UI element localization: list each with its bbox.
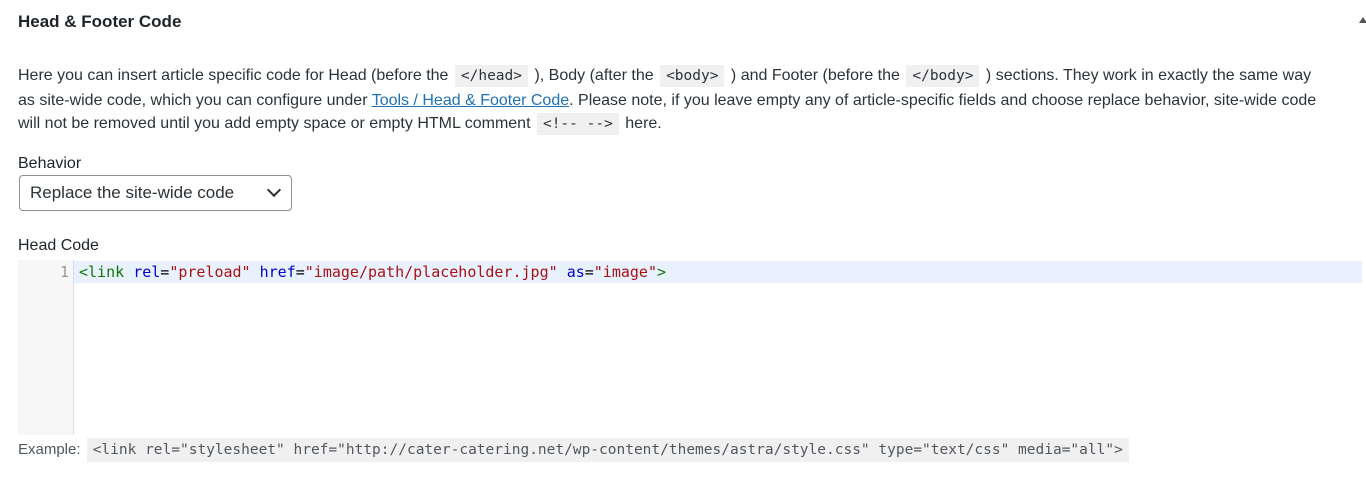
token: = bbox=[160, 263, 170, 281]
token: > bbox=[657, 263, 667, 281]
desc-text: as site-wide code, which you can configu… bbox=[18, 91, 368, 109]
token: href bbox=[259, 263, 296, 281]
desc-text: Here you can insert article specific cod… bbox=[18, 67, 449, 84]
description: Here you can insert article specific cod… bbox=[18, 64, 1316, 137]
head-code-label: Head Code bbox=[18, 237, 99, 254]
token: "preload" bbox=[169, 263, 251, 281]
line-number: 1 bbox=[59, 263, 69, 281]
token: rel bbox=[133, 263, 161, 281]
behavior-label: Behavior bbox=[18, 155, 82, 172]
token: = bbox=[584, 263, 594, 281]
code-head: </head> bbox=[454, 65, 528, 87]
tools-head-footer-link[interactable]: Tools / Head & Footer Code bbox=[372, 92, 569, 109]
chevron-down-icon bbox=[266, 182, 282, 198]
example: Example: <link rel="stylesheet" href="ht… bbox=[18, 438, 1131, 462]
desc-text: ), Body (after the bbox=[534, 67, 654, 84]
example-code: <link rel="stylesheet" href="http://cate… bbox=[86, 438, 1129, 462]
example-label: Example: bbox=[18, 441, 81, 458]
token: "image/path/placeholder.jpg" bbox=[304, 263, 558, 281]
desc-text: . Please note, if you leave empty any of… bbox=[569, 91, 1317, 109]
section-title: Head & Footer Code bbox=[18, 12, 182, 31]
collapse-toggle-icon[interactable] bbox=[1359, 17, 1366, 23]
token: <link bbox=[79, 263, 125, 281]
desc-text: ) sections. They work in exactly the sam… bbox=[985, 67, 1312, 84]
code-body: <body> bbox=[660, 65, 725, 87]
code-body-close: </body> bbox=[906, 65, 980, 87]
token: "image" bbox=[593, 263, 657, 281]
desc-text: ) and Footer (before the bbox=[730, 67, 900, 84]
head-code-editor[interactable]: 1 <link rel="preload" href="image/path/p… bbox=[18, 260, 1362, 435]
code-comment: <!-- --> bbox=[536, 113, 619, 135]
behavior-select[interactable]: Replace the site-wide code bbox=[19, 175, 292, 211]
desc-text: will not be removed until you add empty … bbox=[18, 115, 531, 132]
token: as bbox=[566, 263, 585, 281]
behavior-selected-value: Replace the site-wide code bbox=[30, 183, 235, 202]
desc-text: here. bbox=[625, 115, 662, 132]
code-line[interactable]: <link rel="preload" href="image/path/pla… bbox=[79, 263, 666, 281]
token: = bbox=[295, 263, 305, 281]
line-gutter: 1 bbox=[18, 260, 74, 435]
